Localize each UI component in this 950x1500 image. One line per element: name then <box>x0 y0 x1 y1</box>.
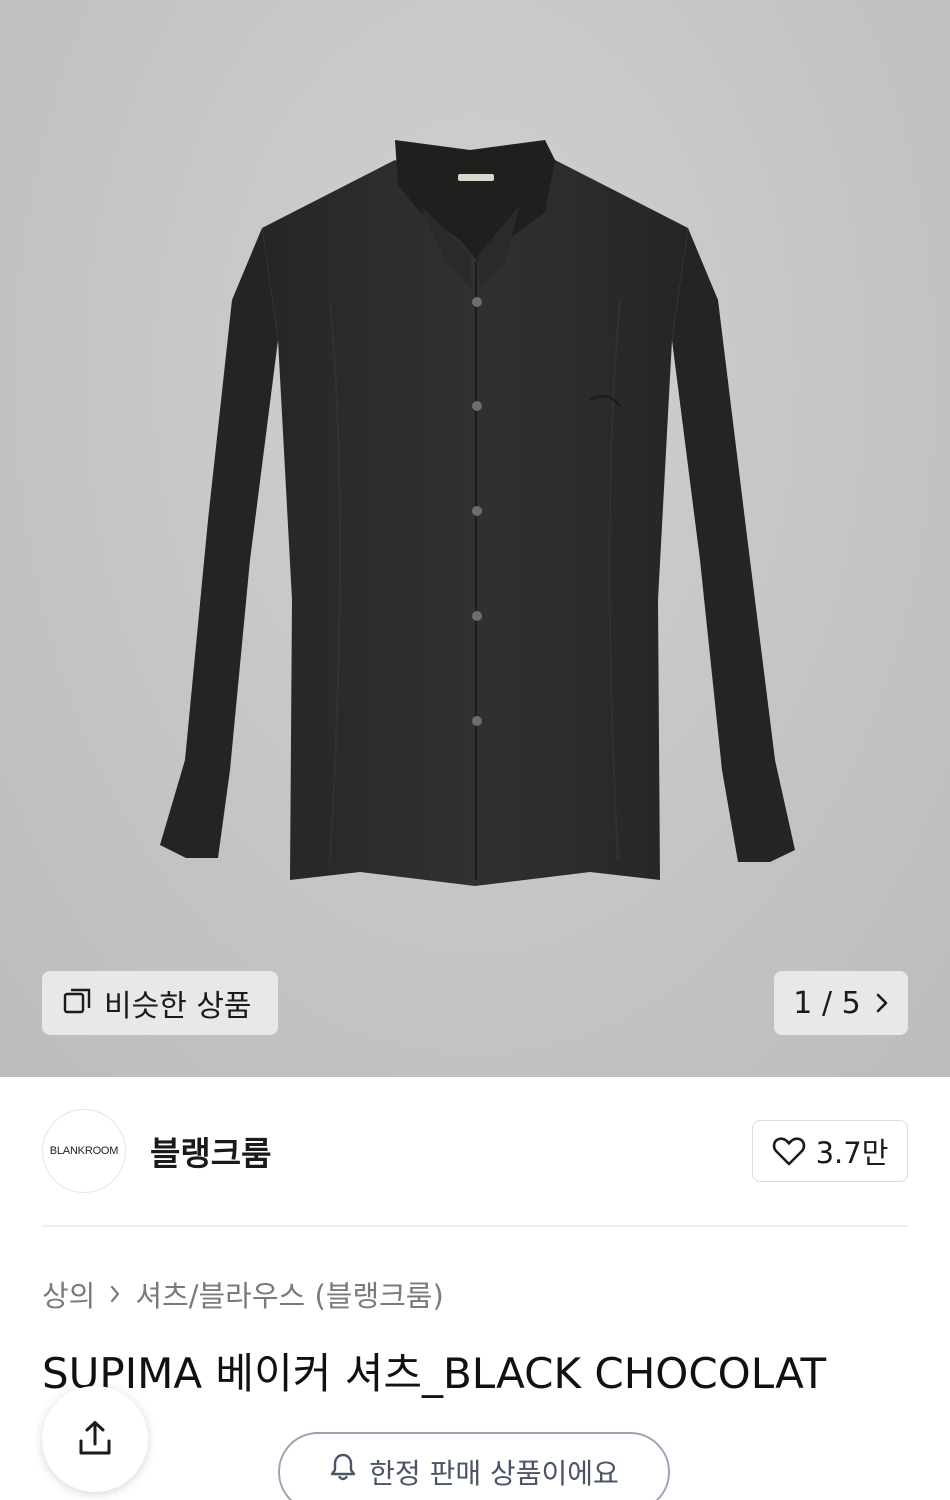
like-count: 3.7만 <box>815 1136 889 1170</box>
seller-avatar[interactable]: BLANKROOM <box>42 1109 126 1193</box>
product-title: SUPIMA 베이커 셔츠_BLACK CHOCOLAT <box>42 1349 827 1398</box>
chevron-right-icon <box>111 1285 120 1303</box>
breadcrumb: 상의 셔츠/블라우스 (블랭크룸) <box>42 1272 444 1316</box>
limited-sale-label: 한정 판매 상품이에요 <box>369 1457 619 1490</box>
similar-products-button[interactable]: 비슷한 상품 <box>42 971 278 1035</box>
seller-logo-text: BLANKROOM <box>49 1145 119 1157</box>
bell-icon <box>330 1453 356 1481</box>
image-counter: 1 / 5 <box>793 986 860 1021</box>
image-counter-button[interactable]: 1 / 5 <box>774 971 908 1035</box>
seller-name[interactable]: 블랭크룸 <box>150 1127 271 1175</box>
heart-icon <box>772 1137 805 1166</box>
similar-products-icon <box>63 988 91 1014</box>
limited-sale-badge[interactable]: 한정 판매 상품이에요 <box>278 1432 670 1500</box>
share-button[interactable] <box>42 1386 148 1492</box>
like-button[interactable]: 3.7만 <box>752 1120 908 1182</box>
image-counter-current: 1 <box>793 985 813 1021</box>
breadcrumb-category-sub[interactable]: 셔츠/블라우스 (블랭크룸) <box>135 1273 443 1315</box>
divider <box>42 1225 908 1227</box>
share-icon <box>79 1421 111 1455</box>
product-photo-black-shirt <box>160 140 795 886</box>
product-image-gallery[interactable]: 비슷한 상품 1 / 5 <box>0 0 950 1077</box>
similar-products-label: 비슷한 상품 <box>104 989 252 1024</box>
seller-row: BLANKROOM 블랭크룸 3.7만 <box>42 1108 908 1194</box>
image-counter-separator: / <box>821 985 833 1021</box>
chevron-right-icon <box>876 993 887 1013</box>
image-counter-total: 5 <box>841 985 861 1021</box>
breadcrumb-category-top[interactable]: 상의 <box>42 1273 95 1315</box>
